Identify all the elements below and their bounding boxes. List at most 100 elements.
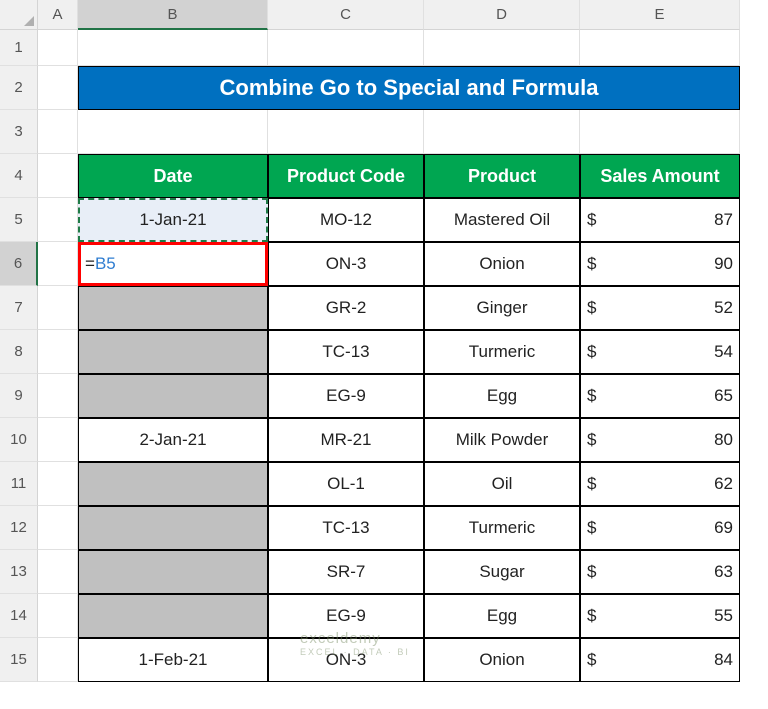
cell-D7[interactable]: Ginger xyxy=(424,286,580,330)
cell-A13[interactable] xyxy=(38,550,78,594)
currency-symbol: $ xyxy=(587,650,596,670)
row-header-10[interactable]: 10 xyxy=(0,418,38,462)
cell-A3[interactable] xyxy=(38,110,78,154)
spreadsheet-grid[interactable]: A B C D E 1 2 Combine Go to Special and … xyxy=(0,0,768,682)
cell-B9-blank[interactable] xyxy=(78,374,268,418)
cell-A10[interactable] xyxy=(38,418,78,462)
col-header-B[interactable]: B xyxy=(78,0,268,30)
row-header-11[interactable]: 11 xyxy=(0,462,38,506)
row-header-13[interactable]: 13 xyxy=(0,550,38,594)
col-header-A[interactable]: A xyxy=(38,0,78,30)
col-header-E[interactable]: E xyxy=(580,0,740,30)
cell-A1[interactable] xyxy=(38,30,78,66)
cell-D9[interactable]: Egg xyxy=(424,374,580,418)
cell-C14[interactable]: EG-9 xyxy=(268,594,424,638)
cell-E10[interactable]: $80 xyxy=(580,418,740,462)
col-header-C[interactable]: C xyxy=(268,0,424,30)
row-header-3[interactable]: 3 xyxy=(0,110,38,154)
row-header-9[interactable]: 9 xyxy=(0,374,38,418)
cell-C5[interactable]: MO-12 xyxy=(268,198,424,242)
cell-E9[interactable]: $65 xyxy=(580,374,740,418)
cell-A4[interactable] xyxy=(38,154,78,198)
cell-D1[interactable] xyxy=(424,30,580,66)
header-date[interactable]: Date xyxy=(78,154,268,198)
row-header-14[interactable]: 14 xyxy=(0,594,38,638)
cell-C7[interactable]: GR-2 xyxy=(268,286,424,330)
cell-B12-blank[interactable] xyxy=(78,506,268,550)
title-cell[interactable]: Combine Go to Special and Formula xyxy=(78,66,740,110)
row-header-8[interactable]: 8 xyxy=(0,330,38,374)
cell-A5[interactable] xyxy=(38,198,78,242)
cell-C11[interactable]: OL-1 xyxy=(268,462,424,506)
cell-D6[interactable]: Onion xyxy=(424,242,580,286)
row-header-6[interactable]: 6 xyxy=(0,242,38,286)
row-header-1[interactable]: 1 xyxy=(0,30,38,66)
cell-E6[interactable]: $90 xyxy=(580,242,740,286)
cell-C6[interactable]: ON-3 xyxy=(268,242,424,286)
cell-B3[interactable] xyxy=(78,110,268,154)
row-header-7[interactable]: 7 xyxy=(0,286,38,330)
cell-A6[interactable] xyxy=(38,242,78,286)
cell-C13[interactable]: SR-7 xyxy=(268,550,424,594)
cell-A11[interactable] xyxy=(38,462,78,506)
header-code[interactable]: Product Code xyxy=(268,154,424,198)
cell-B15[interactable]: 1-Feb-21 xyxy=(78,638,268,682)
cell-A8[interactable] xyxy=(38,330,78,374)
currency-symbol: $ xyxy=(587,210,596,230)
row-header-4[interactable]: 4 xyxy=(0,154,38,198)
cell-E13[interactable]: $63 xyxy=(580,550,740,594)
cell-D5[interactable]: Mastered Oil xyxy=(424,198,580,242)
cell-E11[interactable]: $62 xyxy=(580,462,740,506)
cell-E12[interactable]: $69 xyxy=(580,506,740,550)
cell-C8[interactable]: TC-13 xyxy=(268,330,424,374)
row-header-5[interactable]: 5 xyxy=(0,198,38,242)
cell-D15[interactable]: Onion xyxy=(424,638,580,682)
cell-B8-blank[interactable] xyxy=(78,330,268,374)
row-header-15[interactable]: 15 xyxy=(0,638,38,682)
cell-B10[interactable]: 2-Jan-21 xyxy=(78,418,268,462)
cell-C15[interactable]: ON-3 xyxy=(268,638,424,682)
cell-D3[interactable] xyxy=(424,110,580,154)
amount-value: 87 xyxy=(714,210,733,230)
cell-E3[interactable] xyxy=(580,110,740,154)
cell-E5[interactable]: $87 xyxy=(580,198,740,242)
cell-A9[interactable] xyxy=(38,374,78,418)
row-header-2[interactable]: 2 xyxy=(0,66,38,110)
cell-C9[interactable]: EG-9 xyxy=(268,374,424,418)
cell-B14-blank[interactable] xyxy=(78,594,268,638)
currency-symbol: $ xyxy=(587,386,596,406)
col-header-D[interactable]: D xyxy=(424,0,580,30)
cell-D13[interactable]: Sugar xyxy=(424,550,580,594)
cell-E8[interactable]: $54 xyxy=(580,330,740,374)
cell-D8[interactable]: Turmeric xyxy=(424,330,580,374)
cell-A2[interactable] xyxy=(38,66,78,110)
select-all-corner[interactable] xyxy=(0,0,38,30)
currency-symbol: $ xyxy=(587,562,596,582)
cell-B7-blank[interactable] xyxy=(78,286,268,330)
cell-A14[interactable] xyxy=(38,594,78,638)
cell-A15[interactable] xyxy=(38,638,78,682)
header-product[interactable]: Product xyxy=(424,154,580,198)
cell-E15[interactable]: $84 xyxy=(580,638,740,682)
cell-C3[interactable] xyxy=(268,110,424,154)
cell-E1[interactable] xyxy=(580,30,740,66)
header-amount[interactable]: Sales Amount xyxy=(580,154,740,198)
cell-D12[interactable]: Turmeric xyxy=(424,506,580,550)
cell-A12[interactable] xyxy=(38,506,78,550)
cell-C12[interactable]: TC-13 xyxy=(268,506,424,550)
cell-B13-blank[interactable] xyxy=(78,550,268,594)
cell-D14[interactable]: Egg xyxy=(424,594,580,638)
row-header-12[interactable]: 12 xyxy=(0,506,38,550)
cell-C1[interactable] xyxy=(268,30,424,66)
cell-E7[interactable]: $52 xyxy=(580,286,740,330)
cell-B5-marching-ants[interactable]: 1-Jan-21 xyxy=(78,198,268,242)
cell-D11[interactable]: Oil xyxy=(424,462,580,506)
cell-D10[interactable]: Milk Powder xyxy=(424,418,580,462)
cell-C10[interactable]: MR-21 xyxy=(268,418,424,462)
currency-symbol: $ xyxy=(587,430,596,450)
cell-A7[interactable] xyxy=(38,286,78,330)
cell-B11-blank[interactable] xyxy=(78,462,268,506)
cell-B6-editing[interactable]: =B5 xyxy=(78,242,268,286)
cell-E14[interactable]: $55 xyxy=(580,594,740,638)
cell-B1[interactable] xyxy=(78,30,268,66)
